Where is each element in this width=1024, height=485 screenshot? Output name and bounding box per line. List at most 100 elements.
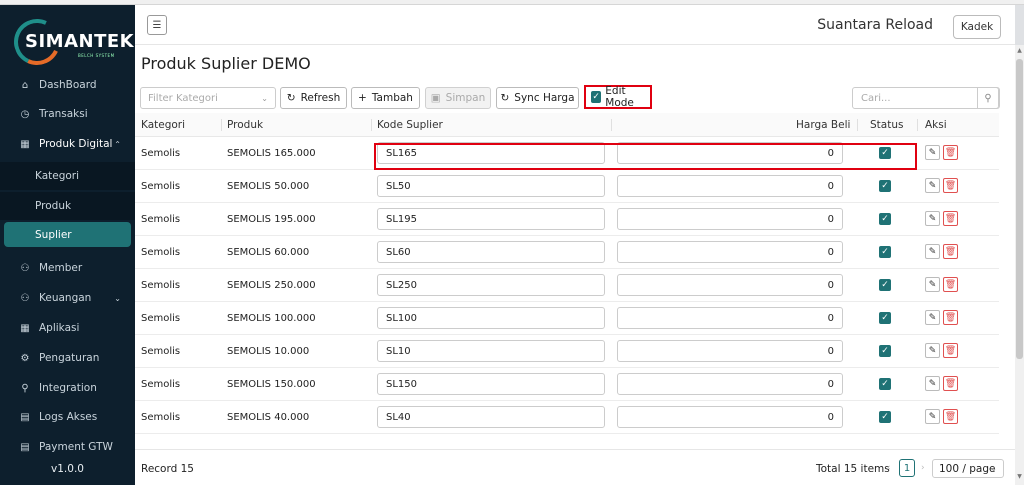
scroll-up-icon[interactable]: ▲ <box>1015 47 1024 54</box>
chevron-down-icon: ⌄ <box>114 293 121 303</box>
user-button[interactable]: Kadek <box>953 15 1001 39</box>
kode-suplier-input[interactable]: SL100 <box>377 307 605 329</box>
delete-icon[interactable]: 🗑 <box>943 178 958 193</box>
kode-suplier-input[interactable]: SL60 <box>377 241 605 263</box>
total-items: Total 15 items <box>816 463 890 475</box>
harga-beli-input[interactable]: 0 <box>617 274 843 296</box>
app-logo[interactable]: SIMANTEK BELCH SYSTEM <box>7 12 134 72</box>
users-icon: ⚇ <box>20 262 30 274</box>
search-input[interactable]: Cari... ⚲ <box>852 87 1000 109</box>
scroll-thumb[interactable] <box>1016 59 1023 359</box>
status-checkbox[interactable]: ✓ <box>879 246 891 258</box>
edit-icon[interactable]: ✎ <box>925 343 940 358</box>
search-icon[interactable]: ⚲ <box>977 87 999 109</box>
harga-beli-input[interactable]: 0 <box>617 241 843 263</box>
logo-subtitle: BELCH SYSTEM <box>78 53 115 58</box>
next-page-icon[interactable]: › <box>921 463 925 473</box>
edit-icon[interactable]: ✎ <box>925 277 940 292</box>
edit-icon[interactable]: ✎ <box>925 145 940 160</box>
sidebar-item-pengaturan[interactable]: ⚙ Pengaturan <box>0 344 135 372</box>
harga-beli-input[interactable]: 0 <box>617 406 843 428</box>
sidebar-item-label: Aplikasi <box>39 322 80 334</box>
sidebar-item-produk-digital[interactable]: ▦ Produk Digital ⌃ <box>0 130 135 158</box>
sidebar-item-integration[interactable]: ⚲ Integration <box>0 374 135 402</box>
delete-icon[interactable]: 🗑 <box>943 343 958 358</box>
sidebar-item-logs-akses[interactable]: ▤ Logs Akses <box>0 403 135 431</box>
delete-icon[interactable]: 🗑 <box>943 244 958 259</box>
gear-icon: ⚙ <box>20 352 30 364</box>
sidebar-subitem-produk[interactable]: Produk <box>0 192 135 220</box>
edit-icon[interactable]: ✎ <box>925 409 940 424</box>
cell-kategori: Semolis <box>141 214 181 225</box>
header-status: Status <box>870 119 904 131</box>
refresh-button[interactable]: ↻ Refresh <box>280 87 347 109</box>
filter-kategori-select[interactable]: Filter Kategori ⌄ <box>140 87 276 109</box>
harga-beli-input[interactable]: 0 <box>617 208 843 230</box>
harga-beli-input[interactable]: 0 <box>617 373 843 395</box>
sidebar-item-aplikasi[interactable]: ▦ Aplikasi <box>0 314 135 342</box>
table-row: Semolis SEMOLIS 250.000 SL250 0 ✓ ✎ 🗑 <box>135 269 999 302</box>
tambah-button[interactable]: + Tambah <box>351 87 420 109</box>
simpan-button[interactable]: ▣ Simpan <box>425 87 491 109</box>
edit-icon[interactable]: ✎ <box>925 211 940 226</box>
delete-icon[interactable]: 🗑 <box>943 409 958 424</box>
kode-suplier-input[interactable]: SL195 <box>377 208 605 230</box>
sidebar-item-payment-gtw[interactable]: ▤ Payment GTW <box>0 433 135 461</box>
sidebar-subitem-suplier[interactable]: Suplier <box>4 222 131 247</box>
sidebar-subitem-kategori[interactable]: Kategori <box>0 162 135 190</box>
sidebar-item-member[interactable]: ⚇ Member <box>0 254 135 282</box>
delete-icon[interactable]: 🗑 <box>943 211 958 226</box>
status-checkbox[interactable]: ✓ <box>879 279 891 291</box>
status-checkbox[interactable]: ✓ <box>879 180 891 192</box>
status-checkbox[interactable]: ✓ <box>879 345 891 357</box>
kode-suplier-input[interactable]: SL40 <box>377 406 605 428</box>
edit-icon[interactable]: ✎ <box>925 178 940 193</box>
menu-toggle-icon[interactable]: ☰ <box>147 15 167 35</box>
sidebar-item-label: DashBoard <box>39 79 97 91</box>
sidebar-item-label: Produk Digital <box>39 138 113 150</box>
delete-icon[interactable]: 🗑 <box>943 376 958 391</box>
kode-suplier-input[interactable]: SL10 <box>377 340 605 362</box>
kode-suplier-input[interactable]: SL250 <box>377 274 605 296</box>
sidebar-item-transaksi[interactable]: ◷ Transaksi <box>0 100 135 128</box>
edit-mode-checkbox[interactable]: ✓ Edit Mode <box>584 85 652 109</box>
scrollbar[interactable]: ▲ ▼ <box>1015 45 1024 485</box>
kode-suplier-input[interactable]: SL50 <box>377 175 605 197</box>
chevron-down-icon: ⌄ <box>261 93 268 103</box>
kode-suplier-input[interactable]: SL150 <box>377 373 605 395</box>
chevron-up-icon: ⌃ <box>114 139 121 149</box>
delete-icon[interactable]: 🗑 <box>943 145 958 160</box>
status-checkbox[interactable]: ✓ <box>879 378 891 390</box>
sidebar-item-label: Integration <box>39 382 97 394</box>
page-size-select[interactable]: 100 / page ⌄ <box>932 459 1004 478</box>
delete-icon[interactable]: 🗑 <box>943 277 958 292</box>
edit-icon[interactable]: ✎ <box>925 244 940 259</box>
record-count: Record 15 <box>141 463 194 475</box>
sync-harga-button[interactable]: ↻ Sync Harga <box>496 87 579 109</box>
status-checkbox[interactable]: ✓ <box>879 213 891 225</box>
table-footer: Record 15 Total 15 items ‹ 1 › 100 / pag… <box>135 449 1015 485</box>
status-checkbox[interactable]: ✓ <box>879 411 891 423</box>
cell-kategori: Semolis <box>141 247 181 258</box>
file-icon: ▤ <box>20 411 30 423</box>
status-checkbox[interactable]: ✓ <box>879 312 891 324</box>
harga-beli-input[interactable]: 0 <box>617 340 843 362</box>
sidebar-item-keuangan[interactable]: ⚇ Keuangan ⌄ <box>0 284 135 312</box>
harga-beli-input[interactable]: 0 <box>617 175 843 197</box>
sidebar-subitem-label: Produk <box>35 200 72 212</box>
edit-icon[interactable]: ✎ <box>925 310 940 325</box>
delete-icon[interactable]: 🗑 <box>943 310 958 325</box>
prev-page-icon[interactable]: ‹ <box>887 463 891 473</box>
edit-icon[interactable]: ✎ <box>925 376 940 391</box>
page-1-button[interactable]: 1 <box>899 459 915 477</box>
sidebar-item-label: Keuangan <box>39 292 92 304</box>
scroll-down-icon[interactable]: ▼ <box>1015 473 1024 480</box>
home-icon: ⌂ <box>21 79 29 91</box>
table-row: Semolis SEMOLIS 10.000 SL10 0 ✓ ✎ 🗑 <box>135 335 999 368</box>
refresh-label: Refresh <box>300 92 341 104</box>
table-row: Semolis SEMOLIS 150.000 SL150 0 ✓ ✎ 🗑 <box>135 368 999 401</box>
header-kategori: Kategori <box>141 119 186 131</box>
table-row: Semolis SEMOLIS 50.000 SL50 0 ✓ ✎ 🗑 <box>135 170 999 203</box>
harga-beli-input[interactable]: 0 <box>617 307 843 329</box>
sidebar-item-dashboard[interactable]: ⌂ DashBoard <box>0 71 135 99</box>
